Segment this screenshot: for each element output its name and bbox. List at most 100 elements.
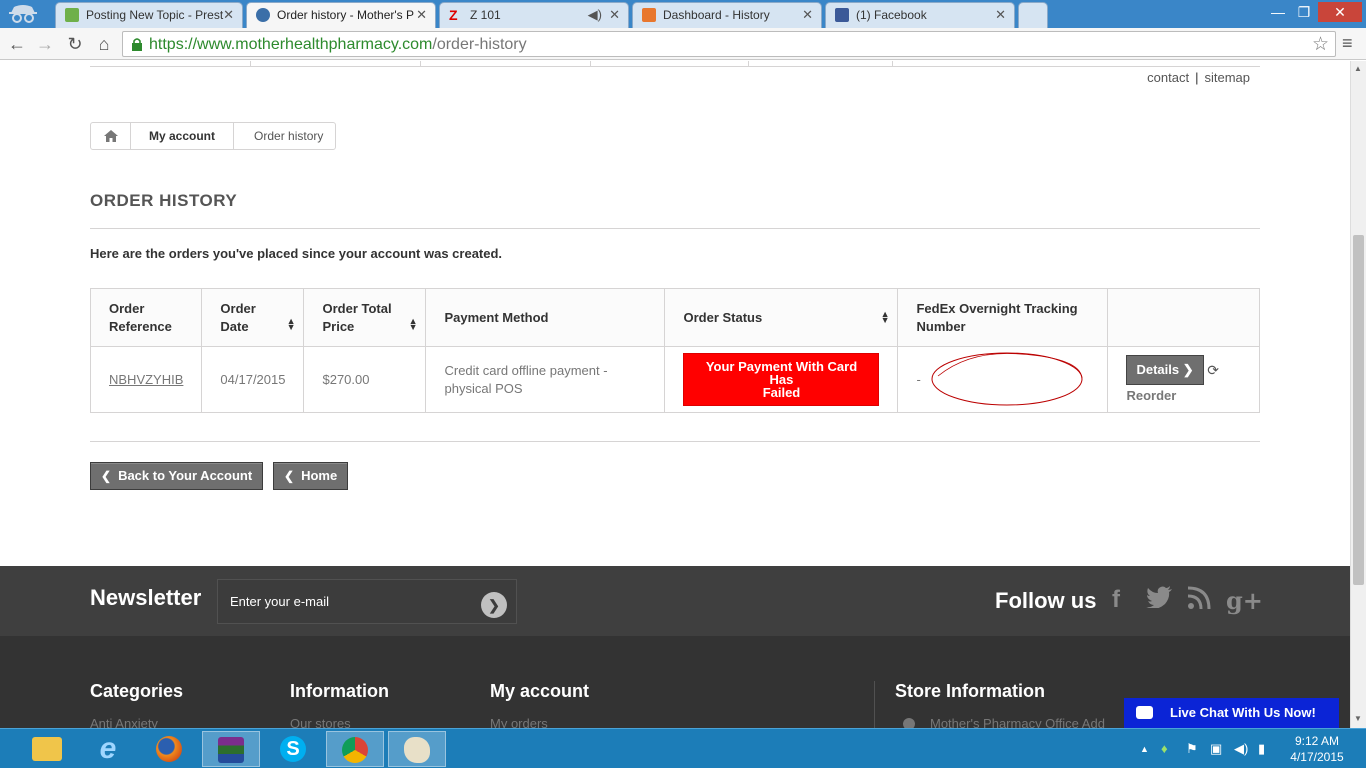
details-button[interactable]: Details ❯ (1126, 354, 1204, 385)
footer-link-our-stores[interactable]: Our stores (290, 716, 351, 728)
sort-arrows-icon[interactable]: ▲ ▼ (287, 317, 296, 332)
column-header-order-date[interactable]: Order Date ▲ ▼ (201, 288, 305, 347)
tab-title: Order history - Mother's P (277, 8, 414, 22)
newsletter-submit-arrow-icon[interactable]: ❯ (481, 592, 507, 618)
taskbar-internet-explorer[interactable]: e (79, 731, 137, 767)
close-tab-icon[interactable]: ✕ (802, 7, 813, 23)
power-icon[interactable]: ▮ (1258, 741, 1265, 757)
back-arrow-icon[interactable]: ← (6, 33, 28, 55)
tray-app-icon[interactable]: ♦ (1161, 741, 1168, 756)
footer-heading-categories: Categories (90, 681, 184, 701)
content-divider (90, 441, 1260, 442)
chrome-menu-icon[interactable]: ≡ (1342, 33, 1353, 54)
header-link-separator: | (1195, 70, 1199, 85)
taskbar-winrar[interactable] (202, 731, 260, 767)
maximize-window-icon[interactable]: ❐ (1291, 2, 1317, 22)
close-tab-icon[interactable]: ✕ (609, 7, 620, 23)
page-title: ORDER HISTORY (90, 191, 1260, 229)
page-intro: Here are the orders you've placed since … (90, 246, 503, 261)
breadcrumb: My account Order history (90, 122, 337, 150)
close-tab-icon[interactable]: ✕ (223, 7, 234, 23)
column-header-order-reference: Order Reference (89, 288, 203, 347)
sort-arrows-icon[interactable]: ▲ ▼ (409, 317, 418, 332)
chevron-left-icon: ❮ (284, 469, 295, 483)
new-tab-button[interactable] (1018, 2, 1048, 28)
tab-z101[interactable]: Z Z 101 ◀) ✕ (439, 2, 629, 28)
actions-cell: Details ❯ ⟳ Reorder (1107, 346, 1260, 413)
reorder-link[interactable]: Reorder (1126, 387, 1241, 405)
home-icon[interactable]: ⌂ (93, 33, 115, 55)
taskbar-skype[interactable]: S (264, 731, 322, 767)
tab-title: (1) Facebook (856, 8, 927, 22)
taskbar-firefox[interactable] (140, 731, 198, 767)
tab-order-history[interactable]: Order history - Mother's P ✕ (246, 2, 436, 28)
twitter-icon[interactable] (1146, 586, 1172, 615)
skype-icon: S (280, 736, 306, 762)
page-scrollbar[interactable]: ▲ ▼ (1350, 61, 1366, 728)
facebook-icon[interactable]: f (1112, 586, 1120, 614)
header-links: contact | sitemap (1147, 70, 1250, 85)
minimize-window-icon[interactable]: — (1265, 2, 1291, 22)
contact-link[interactable]: contact (1147, 70, 1189, 85)
newsletter-label: Newsletter (90, 585, 202, 610)
scroll-down-arrow-icon[interactable]: ▼ (1354, 714, 1362, 723)
firefox-icon (156, 736, 182, 762)
incognito-icon (6, 2, 40, 26)
reload-icon[interactable]: ↻ (64, 33, 86, 55)
url-text: https://www.motherhealthpharmacy.com/ord… (149, 36, 527, 53)
speaker-icon: ◀) (587, 7, 602, 22)
sitemap-link[interactable]: sitemap (1204, 70, 1250, 85)
volume-icon[interactable]: ◀) (1234, 741, 1248, 757)
rss-icon[interactable] (1187, 586, 1211, 617)
follow-us-label: Follow us (995, 588, 1097, 613)
breadcrumb-my-account[interactable]: My account (131, 123, 235, 149)
breadcrumb-home-icon[interactable] (91, 123, 131, 149)
forward-arrow-icon[interactable]: → (34, 33, 56, 55)
bookmark-star-icon[interactable]: ☆ (1312, 33, 1329, 56)
chat-bubble-icon (1136, 706, 1153, 719)
live-chat-button[interactable]: Live Chat With Us Now! (1124, 698, 1339, 728)
system-clock[interactable]: 9:12 AM 4/17/2015 (1286, 733, 1348, 765)
column-header-order-status[interactable]: Order Status ▲ ▼ (664, 288, 899, 347)
z101-favicon-icon: Z (449, 7, 458, 23)
google-plus-icon[interactable]: g+ (1226, 586, 1263, 615)
facebook-favicon-icon (835, 8, 849, 22)
tab-posting-new-topic[interactable]: Posting New Topic - Prest ✕ (55, 2, 243, 28)
taskbar-paint[interactable] (388, 731, 446, 767)
close-tab-icon[interactable]: ✕ (416, 7, 427, 23)
order-status-cell: Your Payment With Card Has Failed (664, 346, 899, 413)
home-button[interactable]: ❮ Home (273, 462, 349, 490)
footer-link-anti-anxiety[interactable]: Anti Anxiety (90, 716, 158, 728)
footer-store-address: Mother's Pharmacy Office Add (930, 716, 1105, 728)
tab-dashboard-history[interactable]: Dashboard - History ✕ (632, 2, 822, 28)
column-header-order-total[interactable]: Order Total Price ▲ ▼ (303, 288, 427, 347)
status-badge: Your Payment With Card Has Failed (683, 353, 880, 406)
reorder-refresh-icon[interactable]: ⟳ (1207, 361, 1219, 379)
scroll-up-arrow-icon[interactable]: ▲ (1354, 64, 1362, 73)
show-hidden-icons-icon[interactable]: ▲ (1140, 744, 1149, 754)
newsletter-email-input[interactable]: Enter your e-mail (217, 579, 517, 624)
tab-facebook[interactable]: (1) Facebook ✕ (825, 2, 1015, 28)
sort-arrows-icon[interactable]: ▲ ▼ (881, 310, 890, 325)
action-center-flag-icon[interactable]: ⚑ (1186, 741, 1198, 757)
taskbar-chrome[interactable] (326, 731, 384, 767)
prestashop-favicon-icon (65, 8, 79, 22)
page-viewport: contact | sitemap My account Order history… (0, 61, 1350, 728)
close-tab-icon[interactable]: ✕ (995, 7, 1006, 23)
globe-favicon-icon (256, 8, 270, 22)
tracking-number-cell: - (897, 346, 1109, 413)
scrollbar-thumb[interactable] (1353, 235, 1364, 585)
close-window-icon[interactable]: ✕ (1318, 2, 1362, 22)
network-icon[interactable]: ▣ (1210, 741, 1222, 757)
clock-date: 4/17/2015 (1290, 750, 1344, 764)
footer-heading-information: Information (290, 681, 389, 701)
footer-link-my-orders[interactable]: My orders (490, 716, 548, 728)
footer-heading-store-information: Store Information (895, 681, 1046, 701)
address-bar[interactable]: https://www.motherhealthpharmacy.com/ord… (122, 31, 1336, 57)
back-to-account-button[interactable]: ❮ Back to Your Account (90, 462, 264, 490)
order-total-cell: $270.00 (303, 346, 427, 413)
top-menu-strip (90, 61, 1260, 67)
order-reference-link[interactable]: NBHVZYHIB (109, 372, 183, 387)
paint-palette-icon (404, 737, 430, 763)
taskbar-file-explorer[interactable] (18, 731, 76, 767)
